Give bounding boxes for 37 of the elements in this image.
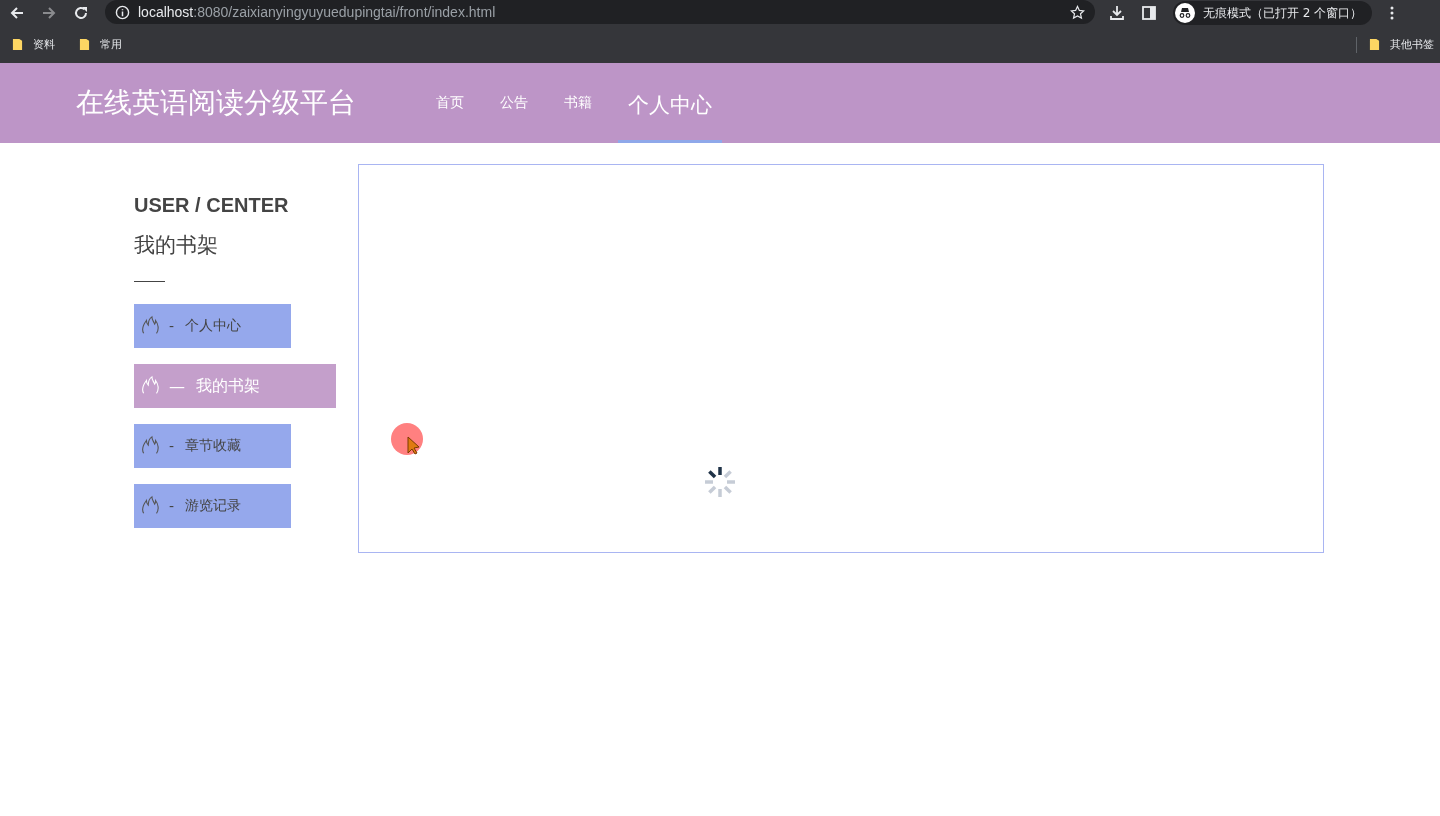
folder-icon [12, 38, 23, 51]
menu-label: 个人中心 [185, 317, 242, 335]
sidebar-subtitle: 我的书架 [134, 232, 219, 259]
download-icon[interactable] [1109, 5, 1125, 21]
dash-separator: — [169, 376, 185, 396]
site-title: 在线英语阅读分级平台 [76, 85, 356, 121]
menu-label: 游览记录 [185, 497, 242, 515]
dash-separator: - [169, 498, 175, 514]
folder-icon [1369, 38, 1380, 51]
menu-label: 章节收藏 [185, 437, 242, 455]
bookmark-item[interactable]: 资料 [12, 37, 55, 52]
nav-link[interactable]: 首页 [436, 63, 464, 143]
bookmark-item[interactable]: 其他书签 [1369, 37, 1434, 52]
star-icon[interactable] [1070, 4, 1085, 20]
sidebar-menu-item[interactable]: - 游览记录 [134, 484, 291, 528]
forward-arrow-icon[interactable] [41, 5, 57, 21]
incognito-badge[interactable]: 无痕模式（已打开 2 个窗口） [1173, 1, 1373, 25]
sidebar-menu-item[interactable]: - 个人中心 [134, 304, 291, 348]
menu-label: 我的书架 [196, 375, 260, 397]
back-arrow-icon[interactable] [9, 5, 25, 21]
nav-link[interactable]: 个人中心 [618, 63, 722, 143]
sidebar-menu-item[interactable]: - 章节收藏 [134, 424, 291, 468]
nav-link[interactable]: 公告 [500, 63, 528, 143]
sidebar-menu-item[interactable]: — 我的书架 [134, 364, 336, 408]
reload-icon[interactable] [73, 5, 89, 21]
folder-icon [79, 38, 90, 51]
url-text: localhost:8080/zaixianyingyuyuedupingtai/front/index.html [138, 4, 496, 20]
nav-link[interactable]: 书籍 [564, 63, 592, 143]
incognito-icon [1175, 3, 1195, 23]
dash-separator: - [169, 438, 175, 454]
cursor-highlight-icon [391, 423, 425, 457]
dash-separator: - [169, 318, 175, 334]
sidebar-heading: USER / CENTER [134, 194, 290, 217]
info-icon[interactable] [115, 4, 130, 20]
side-panel-icon[interactable] [1141, 5, 1157, 21]
address-bar[interactable]: localhost:8080/zaixianyingyuyuedupingtai/front/index.html [105, 0, 1095, 24]
bookmark-item[interactable]: 常用 [79, 37, 122, 52]
